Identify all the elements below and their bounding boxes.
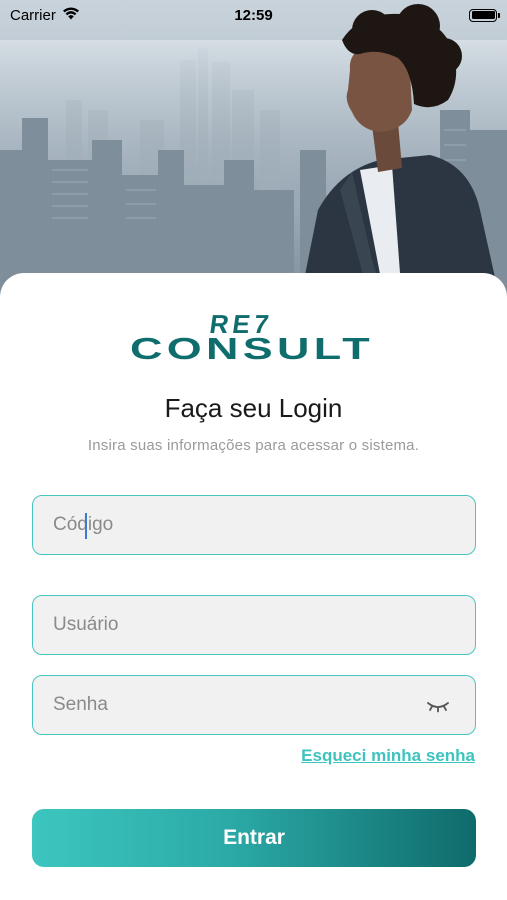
- page-subtitle: Insira suas informações para acessar o s…: [87, 437, 420, 454]
- battery-icon: [469, 8, 500, 22]
- password-input[interactable]: [53, 694, 455, 716]
- clock-time: 12:59: [234, 6, 273, 24]
- status-bar: Carrier 12:59: [0, 0, 507, 30]
- login-screen: Carrier 12:59 RE7 CONSULT Faça seu Login…: [0, 0, 507, 900]
- company-logo: RE7 CONSULT: [130, 309, 378, 363]
- user-input[interactable]: [53, 614, 455, 636]
- city-skyline-illustration: [0, 4, 507, 300]
- page-title: Faça seu Login: [164, 393, 343, 423]
- login-button[interactable]: Entrar: [32, 809, 476, 867]
- battery-level: [471, 11, 495, 19]
- forgot-password-link[interactable]: Esqueci minha senha: [301, 746, 475, 766]
- eye-closed-icon[interactable]: [425, 695, 451, 717]
- code-input[interactable]: [53, 514, 455, 536]
- status-left: Carrier: [10, 7, 80, 24]
- text-cursor: [85, 513, 87, 539]
- carrier-label: Carrier: [10, 6, 56, 24]
- password-field[interactable]: [32, 675, 476, 735]
- hero-image: [0, 0, 507, 300]
- logo-line2: CONSULT: [130, 331, 374, 363]
- user-field[interactable]: [32, 595, 476, 655]
- login-sheet: RE7 CONSULT Faça seu Login Insira suas i…: [0, 273, 507, 900]
- wifi-icon: [62, 7, 80, 24]
- code-field[interactable]: [32, 495, 476, 555]
